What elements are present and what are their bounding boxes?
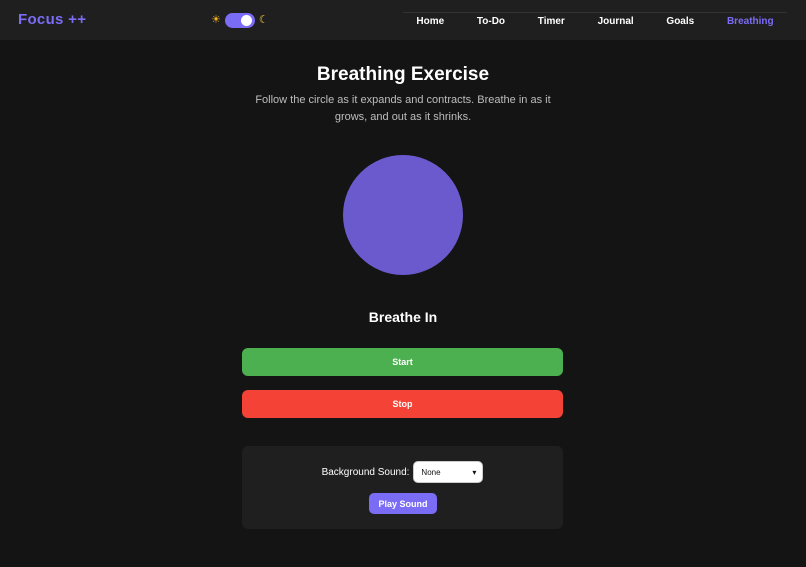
nav-link-timer[interactable]: Timer [538, 16, 565, 27]
page-subtitle: Follow the circle as it expands and cont… [255, 94, 551, 123]
sound-select[interactable]: None ▾ [413, 461, 484, 483]
nav-link-journal[interactable]: Journal [598, 16, 634, 27]
brand-logo[interactable]: Focus ++ [18, 11, 86, 28]
sound-row: Background Sound: None ▾ [242, 461, 563, 483]
sound-select-value: None [421, 467, 441, 477]
sun-icon: ☀ [211, 14, 221, 26]
nav-link-todo[interactable]: To-Do [477, 16, 505, 27]
sound-label: Background Sound: [321, 466, 410, 478]
theme-toggle[interactable]: ☀ ☾ [211, 12, 269, 28]
breath-phase-label: Breathe In [368, 309, 438, 325]
theme-switch[interactable] [224, 12, 255, 28]
sound-panel: Background Sound: None ▾ Play Sound [242, 446, 563, 529]
page-title: Breathing Exercise [316, 64, 490, 85]
nav-links: Home To-Do Timer Journal Goals Breathing [400, 13, 790, 29]
nav-link-home[interactable]: Home [416, 16, 444, 27]
navbar: Focus ++ ☀ ☾ Home To-Do Timer Journal Go… [0, 0, 806, 40]
nav-link-goals[interactable]: Goals [666, 16, 694, 27]
start-button[interactable]: Start [242, 348, 563, 376]
stop-button[interactable]: Stop [242, 390, 563, 418]
moon-icon: ☾ [258, 14, 269, 26]
chevron-down-icon: ▾ [472, 467, 477, 477]
play-sound-button[interactable]: Play Sound [369, 493, 437, 514]
switch-knob [240, 14, 252, 26]
breathing-circle [343, 155, 463, 275]
nav-link-breathing[interactable]: Breathing [727, 16, 774, 27]
